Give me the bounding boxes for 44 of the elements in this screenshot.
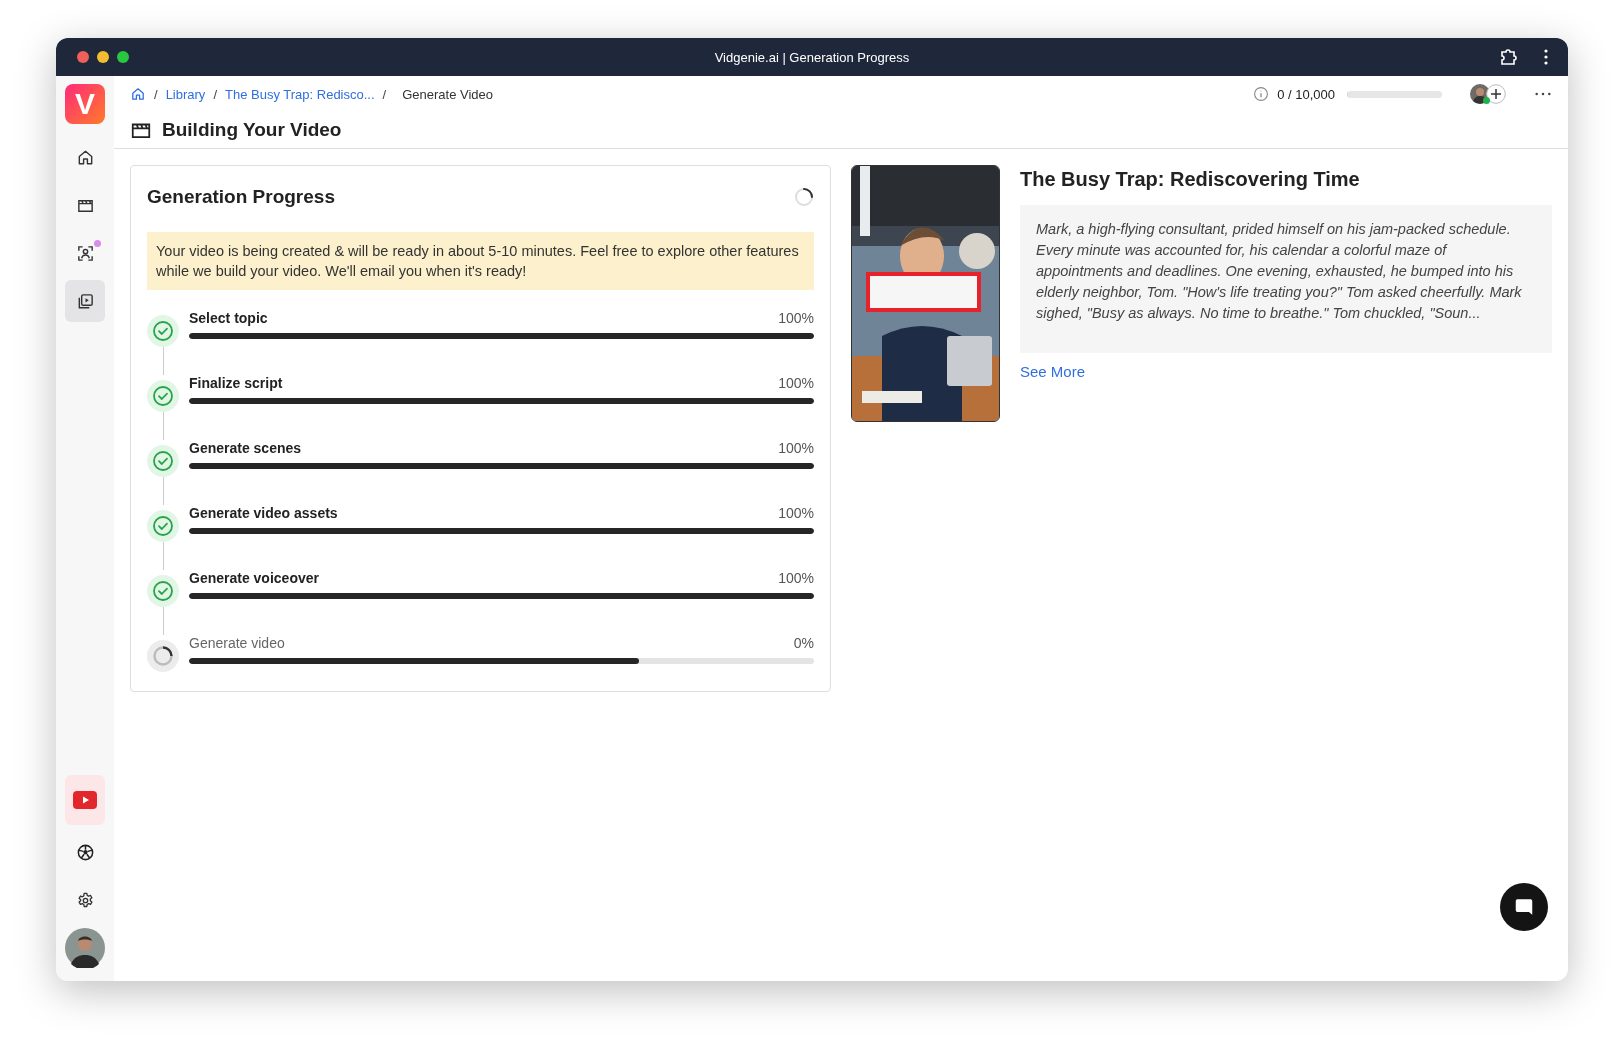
person-scan-icon [75, 243, 95, 263]
logo[interactable]: V [65, 84, 105, 124]
sidebar-item[interactable] [65, 927, 105, 969]
window-title: Vidgenie.ai | Generation Progress [714, 49, 910, 65]
notice-message: Your video is being created & will be ready in about 5-10 minutes. Feel free to explore other features while we build your video. We'll email you when it's ready! [147, 232, 814, 290]
minimize-button[interactable] [97, 51, 109, 63]
close-button[interactable] [77, 51, 89, 63]
step-percent: 100% [778, 440, 814, 456]
home-icon[interactable] [130, 86, 146, 102]
story-title: The Busy Trap: Rediscovering Time [1020, 168, 1360, 191]
settings-icon [75, 890, 95, 910]
breadcrumb-current: Generate Video [402, 86, 494, 102]
youtube-icon [73, 791, 97, 809]
step-percent: 100% [778, 310, 814, 326]
online-dot [1483, 97, 1490, 104]
step-label: Select topic [189, 310, 268, 326]
see-more-link[interactable]: See More [1020, 363, 1086, 380]
credits-count: 0 / 10,000 [1277, 86, 1335, 102]
step-label: Generate scenes [189, 440, 302, 456]
breadcrumb-link[interactable]: Library [165, 86, 206, 102]
step-percent: 100% [778, 375, 814, 391]
maximize-button[interactable] [117, 51, 129, 63]
avatar [65, 928, 105, 968]
breadcrumb-separator: / [382, 86, 387, 102]
story-text: Mark, a high-flying consultant, prided himself on his jam-packed schedule. Every minute was accounted for, his calendar a colorful maze of appointments and deadlines. One evening, exhausted, he bumped into his elderly neighbor, Tom. "How's life treating you?" Tom asked cheerfully. Mark sighed, "Busy as always. No time to breathe." Tom chuckled, "Soun... [1020, 205, 1552, 353]
breadcrumb-separator: / [213, 86, 217, 102]
info-icon[interactable] [1253, 86, 1270, 102]
step-label: Generate voiceover [189, 570, 319, 586]
chat-button[interactable] [1500, 883, 1548, 931]
step-percent: 100% [778, 505, 814, 521]
card-title: Generation Progress [147, 186, 335, 208]
spinner-icon [794, 187, 814, 207]
more-icon[interactable] [1534, 91, 1552, 97]
puzzle-icon[interactable] [1498, 47, 1518, 67]
sidebar-item[interactable] [65, 280, 105, 322]
step-percent: 0% [793, 635, 814, 651]
step-label: Generate video assets [189, 505, 338, 521]
add-icon[interactable] [1486, 84, 1506, 104]
step-percent: 100% [778, 570, 814, 586]
page-title: Building Your Video [162, 119, 342, 141]
breadcrumb-link[interactable]: The Busy Trap: Redisco... [225, 86, 375, 102]
breadcrumb-separator: / [154, 86, 158, 102]
step-label: Generate video [189, 635, 285, 651]
step-label: Finalize script [189, 375, 283, 391]
